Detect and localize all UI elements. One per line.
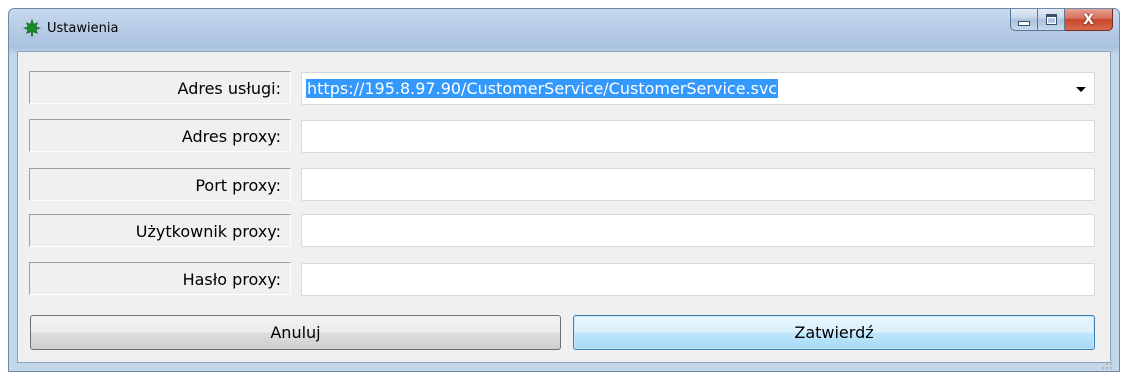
service-address-label: Adres usługi: bbox=[177, 79, 281, 98]
maximize-icon bbox=[1045, 14, 1057, 25]
confirm-button[interactable]: Zatwierdź bbox=[573, 315, 1095, 350]
service-address-value[interactable]: https://195.8.97.90/CustomerService/Cust… bbox=[306, 79, 779, 98]
minimize-icon bbox=[1018, 21, 1030, 26]
resize-grip-icon[interactable] bbox=[1101, 358, 1113, 370]
proxy-address-label-box: Adres proxy: bbox=[29, 119, 291, 152]
minimize-button[interactable] bbox=[1010, 9, 1038, 31]
proxy-user-label-box: Użytkownik proxy: bbox=[29, 214, 291, 247]
proxy-password-label: Hasło proxy: bbox=[182, 270, 281, 289]
cancel-button[interactable]: Anuluj bbox=[30, 315, 561, 350]
maple-leaf-icon bbox=[23, 19, 41, 37]
title-bar[interactable]: Ustawienia X bbox=[9, 9, 1119, 51]
window-title: Ustawienia bbox=[47, 21, 119, 36]
close-button[interactable]: X bbox=[1065, 9, 1113, 31]
service-address-combobox[interactable]: https://195.8.97.90/CustomerService/Cust… bbox=[301, 72, 1095, 105]
proxy-address-input[interactable] bbox=[301, 120, 1095, 153]
service-address-label-box: Adres usługi: bbox=[29, 71, 291, 104]
proxy-address-label: Adres proxy: bbox=[181, 127, 281, 146]
proxy-port-input[interactable] bbox=[301, 168, 1095, 201]
maximize-button[interactable] bbox=[1038, 9, 1065, 31]
caption-buttons: X bbox=[1010, 9, 1113, 31]
proxy-user-label: Użytkownik proxy: bbox=[135, 222, 281, 241]
proxy-password-label-box: Hasło proxy: bbox=[29, 262, 291, 295]
close-icon: X bbox=[1083, 11, 1094, 28]
proxy-user-input[interactable] bbox=[301, 214, 1095, 247]
proxy-password-input[interactable] bbox=[301, 263, 1095, 296]
proxy-port-label-box: Port proxy: bbox=[29, 168, 291, 201]
proxy-port-label: Port proxy: bbox=[195, 176, 281, 195]
dropdown-arrow-icon[interactable] bbox=[1076, 87, 1086, 92]
